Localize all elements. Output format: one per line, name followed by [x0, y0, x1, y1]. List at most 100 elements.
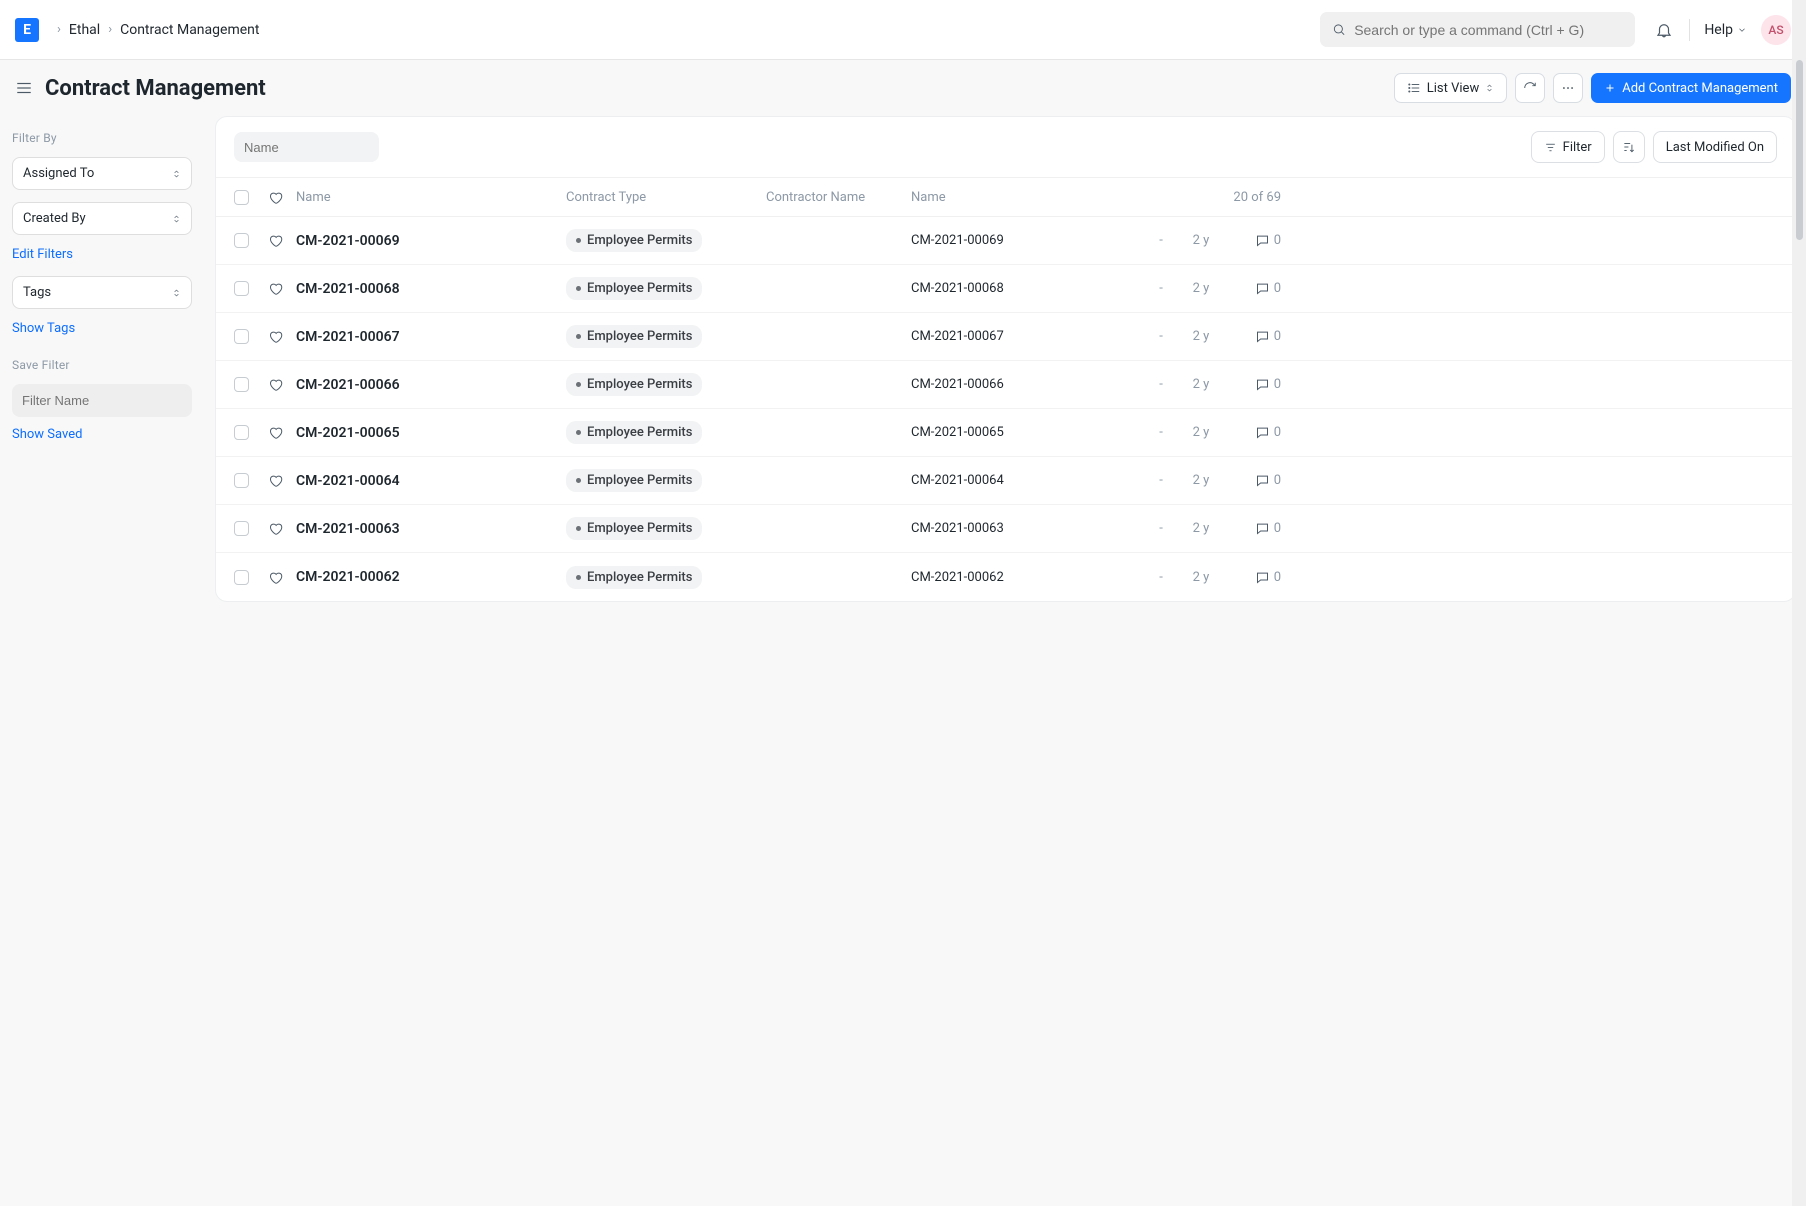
tags-filter[interactable]: Tags — [12, 276, 192, 309]
col-name2[interactable]: Name — [911, 190, 1141, 205]
row-checkbox[interactable] — [234, 377, 249, 392]
like-button[interactable] — [268, 377, 296, 392]
row-checkbox[interactable] — [234, 473, 249, 488]
assigned-to-filter[interactable]: Assigned To — [12, 157, 192, 190]
col-name[interactable]: Name — [296, 190, 566, 205]
bell-icon — [1655, 21, 1673, 39]
scrollbar[interactable] — [1792, 0, 1806, 1206]
like-button[interactable] — [268, 425, 296, 440]
show-saved-link[interactable]: Show Saved — [12, 427, 82, 442]
filter-name-input[interactable] — [12, 384, 192, 417]
table-row[interactable]: CM-2021-00068 Employee Permits CM-2021-0… — [216, 265, 1795, 313]
breadcrumb-page: Contract Management — [120, 22, 259, 38]
sort-desc-icon — [1622, 140, 1636, 154]
status-cell: - — [1141, 377, 1181, 392]
comment-icon — [1255, 281, 1270, 296]
row-id[interactable]: CM-2021-00063 — [296, 521, 566, 537]
list-icon — [1407, 81, 1421, 95]
like-button[interactable] — [268, 570, 296, 585]
comments-cell[interactable]: 0 — [1221, 281, 1281, 296]
contract-type-pill: Employee Permits — [566, 277, 702, 300]
heart-icon — [268, 570, 283, 585]
like-button[interactable] — [268, 281, 296, 296]
brand-logo[interactable]: E — [15, 18, 39, 42]
row-id[interactable]: CM-2021-00066 — [296, 377, 566, 393]
edit-filters-link[interactable]: Edit Filters — [12, 247, 73, 262]
like-button[interactable] — [268, 473, 296, 488]
name-cell: CM-2021-00064 — [911, 473, 1141, 488]
age-cell: 2 y — [1181, 281, 1221, 296]
col-contractor-name[interactable]: Contractor Name — [766, 190, 911, 205]
status-cell: - — [1141, 329, 1181, 344]
add-button[interactable]: Add Contract Management — [1591, 73, 1791, 103]
table-row[interactable]: CM-2021-00069 Employee Permits CM-2021-0… — [216, 217, 1795, 265]
row-id[interactable]: CM-2021-00069 — [296, 233, 566, 249]
table-row[interactable]: CM-2021-00064 Employee Permits CM-2021-0… — [216, 457, 1795, 505]
refresh-button[interactable] — [1515, 73, 1545, 103]
comments-cell[interactable]: 0 — [1221, 425, 1281, 440]
comments-cell[interactable]: 0 — [1221, 377, 1281, 392]
row-checkbox[interactable] — [234, 425, 249, 440]
sort-direction-button[interactable] — [1613, 131, 1645, 163]
filter-button[interactable]: Filter — [1531, 131, 1605, 163]
comments-cell[interactable]: 0 — [1221, 233, 1281, 248]
table-row[interactable]: CM-2021-00062 Employee Permits CM-2021-0… — [216, 553, 1795, 601]
row-id[interactable]: CM-2021-00067 — [296, 329, 566, 345]
global-search-input[interactable] — [1354, 22, 1623, 38]
table-row[interactable]: CM-2021-00063 Employee Permits CM-2021-0… — [216, 505, 1795, 553]
comments-cell[interactable]: 0 — [1221, 473, 1281, 488]
heart-icon — [268, 233, 283, 248]
created-by-filter[interactable]: Created By — [12, 202, 192, 235]
table-row[interactable]: CM-2021-00066 Employee Permits CM-2021-0… — [216, 361, 1795, 409]
row-id[interactable]: CM-2021-00064 — [296, 473, 566, 489]
row-checkbox[interactable] — [234, 329, 249, 344]
contract-type-pill: Employee Permits — [566, 325, 702, 348]
like-button[interactable] — [268, 329, 296, 344]
show-tags-link[interactable]: Show Tags — [12, 321, 75, 336]
comments-cell[interactable]: 0 — [1221, 521, 1281, 536]
add-button-label: Add Contract Management — [1622, 81, 1778, 96]
name-cell: CM-2021-00066 — [911, 377, 1141, 392]
age-cell: 2 y — [1181, 570, 1221, 585]
sort-field-button[interactable]: Last Modified On — [1653, 131, 1777, 163]
more-actions-button[interactable] — [1553, 73, 1583, 103]
avatar[interactable]: AS — [1761, 15, 1791, 45]
breadcrumb-root[interactable]: Ethal — [69, 22, 100, 38]
like-button[interactable] — [268, 233, 296, 248]
row-count: 20 of 69 — [1141, 190, 1281, 205]
view-selector-label: List View — [1427, 81, 1479, 96]
heart-icon — [268, 281, 283, 296]
row-checkbox[interactable] — [234, 570, 249, 585]
menu-button[interactable] — [15, 79, 33, 97]
notifications-button[interactable] — [1653, 19, 1675, 41]
select-all-checkbox[interactable] — [234, 190, 249, 205]
col-contract-type[interactable]: Contract Type — [566, 190, 766, 205]
help-button[interactable]: Help — [1704, 22, 1747, 38]
view-selector[interactable]: List View — [1394, 73, 1507, 103]
contract-type-pill: Employee Permits — [566, 421, 702, 444]
like-button[interactable] — [268, 521, 296, 536]
table-row[interactable]: CM-2021-00065 Employee Permits CM-2021-0… — [216, 409, 1795, 457]
save-filter-label: Save Filter — [12, 358, 203, 372]
name-cell: CM-2021-00069 — [911, 233, 1141, 248]
comments-cell[interactable]: 0 — [1221, 329, 1281, 344]
comment-icon — [1255, 570, 1270, 585]
comment-icon — [1255, 521, 1270, 536]
table-row[interactable]: CM-2021-00067 Employee Permits CM-2021-0… — [216, 313, 1795, 361]
search-icon — [1332, 22, 1346, 37]
row-checkbox[interactable] — [234, 281, 249, 296]
chevron-right-icon: › — [57, 22, 61, 37]
comment-icon — [1255, 425, 1270, 440]
sort-icon — [172, 168, 181, 180]
row-id[interactable]: CM-2021-00068 — [296, 281, 566, 297]
name-cell: CM-2021-00062 — [911, 570, 1141, 585]
name-filter-input[interactable] — [234, 132, 379, 162]
row-checkbox[interactable] — [234, 233, 249, 248]
row-id[interactable]: CM-2021-00062 — [296, 569, 566, 585]
name-cell: CM-2021-00065 — [911, 425, 1141, 440]
row-id[interactable]: CM-2021-00065 — [296, 425, 566, 441]
comments-cell[interactable]: 0 — [1221, 570, 1281, 585]
age-cell: 2 y — [1181, 233, 1221, 248]
row-checkbox[interactable] — [234, 521, 249, 536]
global-search[interactable] — [1320, 12, 1635, 47]
